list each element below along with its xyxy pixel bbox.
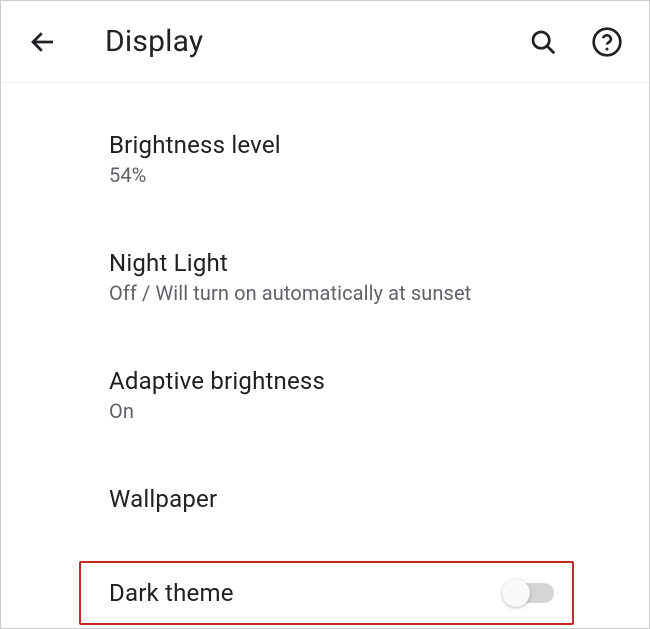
setting-night-light-value: Off / Will turn on automatically at suns… [109,281,649,305]
app-header: Display [1,1,649,83]
arrow-back-icon [28,27,58,57]
search-button[interactable] [525,24,561,60]
setting-wallpaper-title: Wallpaper [109,485,649,513]
page-title: Display [105,24,525,59]
help-icon [591,26,623,58]
setting-wallpaper[interactable]: Wallpaper [1,467,649,535]
search-icon [528,27,558,57]
setting-night-light[interactable]: Night Light Off / Will turn on automatic… [1,231,649,323]
setting-brightness-title: Brightness level [109,131,649,159]
setting-adaptive-brightness[interactable]: Adaptive brightness On [1,349,649,441]
toggle-thumb [502,579,530,607]
setting-night-light-title: Night Light [109,249,649,277]
settings-list: Brightness level 54% Night Light Off / W… [1,83,649,625]
dark-theme-toggle[interactable] [506,583,554,603]
setting-brightness-value: 54% [109,163,649,187]
help-button[interactable] [589,24,625,60]
setting-dark-theme-title: Dark theme [109,579,234,607]
setting-dark-theme[interactable]: Dark theme [79,561,574,625]
setting-adaptive-brightness-title: Adaptive brightness [109,367,649,395]
header-actions [525,24,625,60]
setting-adaptive-brightness-value: On [109,399,649,423]
setting-brightness[interactable]: Brightness level 54% [1,113,649,205]
back-button[interactable] [25,24,61,60]
